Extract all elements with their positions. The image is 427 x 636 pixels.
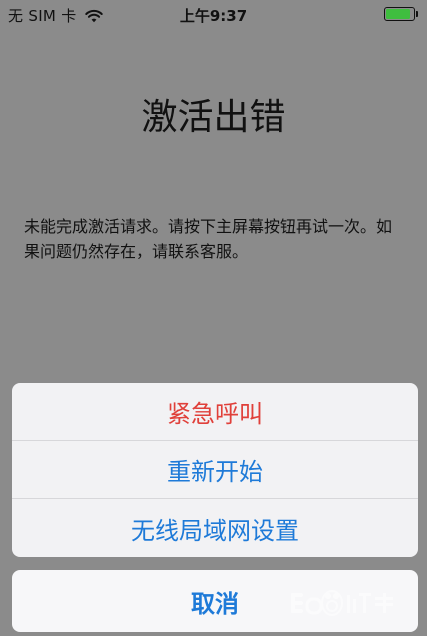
page-title: 激活出错 — [141, 97, 286, 138]
wifi-settings-button[interactable]: 无线局域网设置 — [12, 499, 418, 557]
baidu-watermark-logo — [291, 590, 393, 616]
error-message: 未能完成激活请求。请按下主屏幕按钮再试一次。如果问题仍然存在，请联系客服。 — [24, 217, 393, 261]
battery-icon — [384, 7, 418, 21]
restart-button[interactable]: 重新开始 — [12, 441, 418, 499]
activation-screen: 无 SIM 卡 上午9:37 激活出错 未能完成激活请求。请按下主屏幕按钮再试一… — [0, 0, 427, 636]
emergency-call-button[interactable]: 紧急呼叫 — [12, 383, 418, 441]
status-bar: 无 SIM 卡 上午9:37 — [0, 0, 427, 28]
clock: 上午9:37 — [179, 7, 248, 25]
action-sheet: 紧急呼叫 重新开始 无线局域网设置 — [12, 383, 418, 557]
